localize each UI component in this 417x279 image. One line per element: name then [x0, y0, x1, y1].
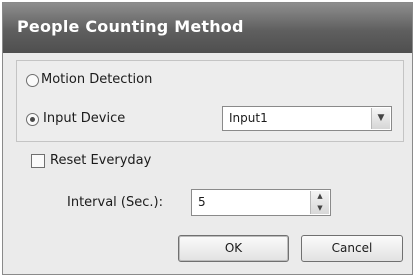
input-device-radio[interactable] — [26, 113, 39, 126]
ok-button[interactable]: OK — [178, 235, 289, 262]
stepper-buttons: ▲ ▼ — [310, 191, 329, 214]
dialog-title-bar: People Counting Method — [3, 3, 412, 53]
interval-value[interactable]: 5 — [198, 195, 206, 209]
input-device-label[interactable]: Input Device — [43, 111, 125, 126]
motion-detection-label[interactable]: Motion Detection — [41, 72, 152, 87]
dialog-title: People Counting Method — [17, 17, 244, 36]
motion-detection-radio[interactable] — [26, 74, 39, 87]
people-counting-dialog: People Counting Method Motion Detection … — [2, 2, 413, 275]
input-device-select[interactable]: Input1 ▼ — [222, 106, 392, 131]
radio-selected-dot — [30, 117, 35, 122]
interval-stepper[interactable]: 5 ▲ ▼ — [191, 189, 331, 216]
input-device-value: Input1 — [229, 111, 268, 125]
reset-everyday-label[interactable]: Reset Everyday — [50, 153, 151, 168]
reset-everyday-checkbox[interactable] — [31, 154, 45, 168]
stepper-down-icon[interactable]: ▼ — [311, 203, 329, 214]
chevron-down-icon[interactable]: ▼ — [371, 108, 390, 129]
interval-label: Interval (Sec.): — [67, 195, 163, 210]
cancel-button[interactable]: Cancel — [301, 235, 403, 262]
stepper-up-icon[interactable]: ▲ — [311, 191, 329, 202]
